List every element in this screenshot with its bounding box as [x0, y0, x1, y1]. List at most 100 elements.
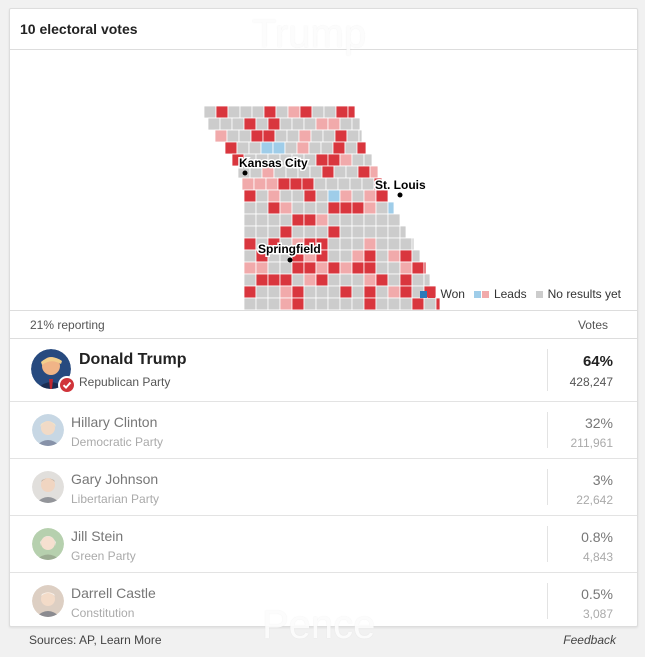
county[interactable]: [250, 129, 264, 143]
county[interactable]: [298, 129, 312, 143]
county[interactable]: [323, 105, 337, 119]
county[interactable]: [265, 177, 279, 191]
county[interactable]: [327, 285, 341, 299]
county[interactable]: [375, 201, 389, 215]
county[interactable]: [279, 297, 293, 310]
county[interactable]: [267, 225, 281, 239]
county[interactable]: [356, 141, 367, 155]
county[interactable]: [315, 261, 329, 275]
county[interactable]: [387, 201, 395, 215]
county[interactable]: [260, 141, 274, 155]
county[interactable]: [243, 225, 257, 239]
county[interactable]: [363, 237, 377, 251]
county[interactable]: [322, 129, 336, 143]
county[interactable]: [243, 297, 257, 310]
county[interactable]: [387, 273, 401, 287]
county[interactable]: [327, 153, 341, 167]
county[interactable]: [243, 201, 257, 215]
county[interactable]: [291, 261, 305, 275]
county[interactable]: [279, 273, 293, 287]
county[interactable]: [387, 297, 401, 310]
county[interactable]: [351, 261, 365, 275]
county[interactable]: [339, 189, 353, 203]
county[interactable]: [243, 249, 257, 263]
county[interactable]: [241, 177, 255, 191]
county[interactable]: [279, 225, 293, 239]
county[interactable]: [339, 273, 353, 287]
sources-link[interactable]: Sources: AP, Learn More: [29, 633, 162, 647]
county[interactable]: [291, 285, 305, 299]
county[interactable]: [387, 237, 401, 251]
county[interactable]: [358, 129, 363, 143]
county[interactable]: [243, 285, 257, 299]
county[interactable]: [411, 261, 425, 275]
county[interactable]: [303, 189, 317, 203]
county[interactable]: [327, 297, 341, 310]
county[interactable]: [339, 225, 353, 239]
county[interactable]: [327, 273, 341, 287]
county[interactable]: [315, 189, 329, 203]
county[interactable]: [275, 105, 289, 119]
county[interactable]: [267, 285, 281, 299]
county[interactable]: [279, 117, 293, 131]
county[interactable]: [277, 177, 291, 191]
county[interactable]: [248, 141, 262, 155]
county[interactable]: [255, 273, 269, 287]
county[interactable]: [255, 225, 269, 239]
county[interactable]: [243, 189, 257, 203]
county[interactable]: [291, 297, 305, 310]
county[interactable]: [351, 225, 365, 239]
county[interactable]: [303, 273, 317, 287]
county[interactable]: [375, 273, 389, 287]
county[interactable]: [291, 225, 305, 239]
county[interactable]: [411, 237, 415, 251]
county[interactable]: [303, 213, 317, 227]
county[interactable]: [345, 165, 359, 179]
county[interactable]: [351, 201, 365, 215]
county[interactable]: [375, 237, 389, 251]
county[interactable]: [387, 213, 401, 227]
county[interactable]: [315, 273, 329, 287]
county[interactable]: [351, 189, 365, 203]
county[interactable]: [274, 129, 288, 143]
county[interactable]: [279, 285, 293, 299]
county[interactable]: [291, 201, 305, 215]
county[interactable]: [339, 213, 353, 227]
county[interactable]: [214, 129, 228, 143]
missouri-map[interactable]: Kansas City St. Louis Springfield: [10, 50, 635, 310]
county[interactable]: [224, 141, 238, 155]
county[interactable]: [251, 105, 265, 119]
county[interactable]: [253, 177, 267, 191]
county[interactable]: [327, 201, 341, 215]
county[interactable]: [351, 249, 365, 263]
county[interactable]: [215, 105, 229, 119]
county[interactable]: [387, 285, 401, 299]
county-map[interactable]: Kansas City St. Louis Springfield Won Le…: [10, 50, 637, 311]
county[interactable]: [315, 117, 329, 131]
county[interactable]: [411, 249, 421, 263]
county[interactable]: [315, 297, 329, 310]
county[interactable]: [291, 189, 305, 203]
county[interactable]: [327, 237, 341, 251]
county[interactable]: [387, 249, 401, 263]
county[interactable]: [423, 261, 427, 275]
county[interactable]: [239, 105, 253, 119]
county[interactable]: [347, 105, 356, 119]
county[interactable]: [267, 117, 281, 131]
county[interactable]: [299, 105, 313, 119]
county[interactable]: [301, 177, 315, 191]
county[interactable]: [310, 129, 324, 143]
county[interactable]: [327, 261, 341, 275]
county[interactable]: [387, 261, 401, 275]
county[interactable]: [375, 261, 389, 275]
county[interactable]: [375, 225, 389, 239]
feedback-link[interactable]: Feedback: [563, 633, 616, 647]
county[interactable]: [344, 141, 358, 155]
county[interactable]: [399, 297, 413, 310]
county[interactable]: [387, 225, 401, 239]
county[interactable]: [351, 297, 365, 310]
county[interactable]: [207, 117, 221, 131]
county[interactable]: [399, 249, 413, 263]
county[interactable]: [255, 213, 269, 227]
county[interactable]: [321, 165, 335, 179]
